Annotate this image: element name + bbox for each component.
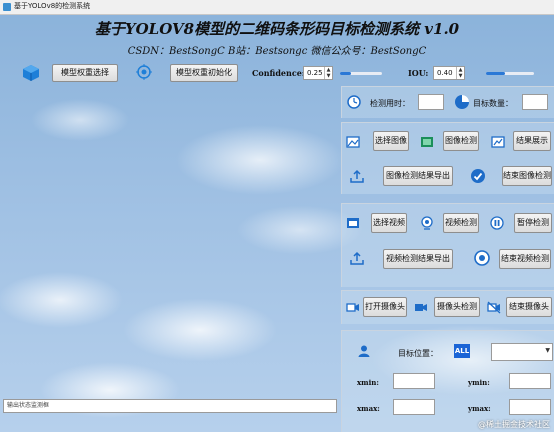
- clock-icon: [347, 95, 361, 109]
- page-title: 基于YOLOV8模型的二维码条形码目标检测系统 v1.0: [94, 20, 460, 38]
- target-position-label: 目标位置：: [398, 349, 438, 358]
- page-subtitle: CSDN：BestSongC B站：Bestsongc 微信公众号：BestSo…: [127, 46, 427, 57]
- stop-circle-icon: [474, 250, 490, 266]
- check-circle-icon: [470, 168, 486, 184]
- xmin-field: [393, 373, 435, 389]
- video-camera-icon: [414, 300, 428, 314]
- select-image-button[interactable]: 选择图像: [373, 131, 409, 151]
- stats-panel: 检测用时： 目标数量：: [341, 86, 554, 118]
- model-select-button[interactable]: 模型权重选择: [52, 64, 118, 82]
- target-icon: [136, 64, 152, 80]
- title-bar: 基于YOLOv8的检测系统: [0, 0, 554, 15]
- select-video-button[interactable]: 选择视频: [371, 213, 407, 233]
- confidence-slider[interactable]: [340, 72, 382, 75]
- window-title: 基于YOLOv8的检测系统: [14, 2, 91, 10]
- pause-detect-button[interactable]: 暂停检测: [514, 213, 552, 233]
- camera-detect-button[interactable]: 摄像头检测: [434, 297, 480, 317]
- video-export-button[interactable]: 视频检测结果导出: [383, 249, 453, 269]
- iou-slider[interactable]: [486, 72, 534, 75]
- ymax-field: [509, 399, 551, 415]
- image-detect-icon: [420, 135, 434, 149]
- end-camera-button[interactable]: 结束摄像头: [506, 297, 552, 317]
- watermark: @稀土掘金技术社区: [478, 420, 550, 429]
- confidence-slider-fill: [340, 72, 351, 75]
- upload-icon: [350, 251, 364, 265]
- user-location-icon: [357, 344, 371, 358]
- spin-arrows-icon[interactable]: ▲ ▼: [324, 67, 332, 79]
- camera-icon: [346, 300, 360, 314]
- video-detect-button[interactable]: 视频检测: [443, 213, 479, 233]
- app-icon: [3, 3, 11, 11]
- spin-arrows-icon[interactable]: ▲ ▼: [456, 67, 464, 79]
- xmax-label: xmax:: [357, 404, 380, 413]
- xmax-field: [393, 399, 435, 415]
- xmin-label: xmin:: [357, 378, 379, 387]
- detect-time-label: 检测用时：: [370, 99, 410, 108]
- upload-icon: [350, 169, 364, 183]
- image-detect-button[interactable]: 图像检测: [443, 131, 479, 151]
- target-count-field: [522, 94, 548, 110]
- open-camera-button[interactable]: 打开摄像头: [363, 297, 407, 317]
- iou-value: 0.40: [437, 69, 453, 77]
- confidence-value: 0.25: [307, 69, 323, 77]
- target-count-label: 目标数量：: [473, 99, 513, 108]
- iou-slider-fill: [486, 72, 506, 75]
- iou-spinbox[interactable]: 0.40 ▲ ▼: [433, 66, 465, 80]
- camera-section: 打开摄像头 摄像头检测 结束摄像头: [341, 290, 554, 324]
- confidence-label: Confidence:: [252, 68, 305, 78]
- target-select-combobox[interactable]: ▼: [491, 343, 553, 361]
- status-output-field[interactable]: 输出状态监测框: [3, 399, 337, 413]
- cube-icon: [22, 64, 40, 82]
- result-show-button[interactable]: 结果展示: [513, 131, 551, 151]
- model-init-button[interactable]: 模型权重初始化: [170, 64, 238, 82]
- detect-time-field: [418, 94, 444, 110]
- pause-icon: [490, 216, 504, 230]
- app-window: 基于YOLOv8的检测系统 基于YOLOV8模型的二维码条形码目标检测系统 v1…: [0, 0, 554, 432]
- image-section: 选择图像 图像检测 结果展示 图像检测结果导出 结束图像检测: [341, 122, 554, 194]
- confidence-spinbox[interactable]: 0.25 ▲ ▼: [303, 66, 333, 80]
- all-icon: ALL: [454, 344, 470, 358]
- end-image-detect-button[interactable]: 结束图像检测: [502, 166, 552, 186]
- camera-off-icon: [487, 300, 501, 314]
- chevron-down-icon[interactable]: ▼: [545, 347, 550, 354]
- image-icon: [346, 135, 360, 149]
- ymax-label: ymax:: [468, 404, 491, 413]
- status-placeholder: 输出状态监测框: [7, 402, 50, 409]
- ymin-field: [509, 373, 551, 389]
- target-section: 目标位置： ALL ▼ xmin: ymin: xmax: ymax:: [341, 330, 554, 432]
- result-chart-icon: [491, 135, 505, 149]
- end-video-detect-button[interactable]: 结束视频检测: [499, 249, 551, 269]
- video-icon: [346, 216, 360, 230]
- webcam-icon: [420, 216, 434, 230]
- iou-label: IOU:: [408, 68, 429, 78]
- pie-chart-icon: [454, 94, 470, 110]
- image-export-button[interactable]: 图像检测结果导出: [383, 166, 453, 186]
- video-section: 选择视频 视频检测 暂停检测 视频检测结果导出 结束视频检测: [341, 203, 554, 287]
- ymin-label: ymin:: [468, 378, 490, 387]
